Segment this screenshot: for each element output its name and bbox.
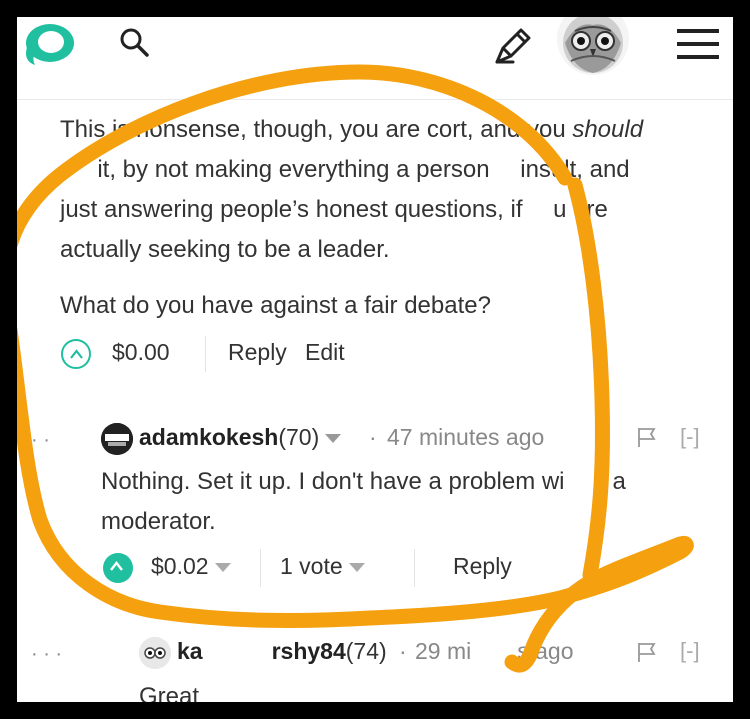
author-avatar[interactable] <box>139 637 171 669</box>
pencil-icon[interactable] <box>493 26 533 66</box>
steemit-logo-icon[interactable] <box>19 17 81 71</box>
adamkokesh-avatar-icon <box>101 423 133 455</box>
divider <box>260 549 261 587</box>
chevron-down-icon[interactable] <box>348 563 365 573</box>
meta-separator: · <box>399 638 407 664</box>
reply-body-line: Nothing. Set it up. I don't have a probl… <box>101 468 626 495</box>
edit-link[interactable]: Edit <box>305 339 345 366</box>
payout-amount[interactable]: $0.00 <box>112 339 170 366</box>
chevron-down-icon[interactable] <box>214 563 231 573</box>
comment-actions: $0.00 Reply Edit <box>60 336 460 372</box>
owl-avatar-icon <box>139 637 171 669</box>
chevron-down-icon[interactable] <box>325 434 342 444</box>
reply-body-line: Great <box>139 683 200 702</box>
reply-link[interactable]: Reply <box>228 339 287 366</box>
collapse-button[interactable]: [-] <box>680 424 700 450</box>
payout-amount[interactable]: $0.02 <box>151 553 231 580</box>
page-frame: This is nonsense, though, you are cort, … <box>17 17 733 702</box>
comment-question: What do you have against a fair debate? <box>60 292 491 319</box>
vote-count[interactable]: 1 vote <box>280 553 365 580</box>
collapse-button[interactable]: [-] <box>680 638 700 664</box>
meta-separator: · <box>369 424 377 450</box>
reply-link[interactable]: Reply <box>453 553 512 580</box>
flag-icon[interactable] <box>636 426 658 448</box>
divider <box>414 549 415 587</box>
owl-avatar-icon <box>557 17 629 75</box>
author-avatar[interactable] <box>101 423 133 455</box>
divider <box>205 336 206 372</box>
chevron-up-icon <box>110 561 123 571</box>
search-icon[interactable] <box>118 26 152 60</box>
thread-depth-dots: · · <box>31 429 50 451</box>
comment-timestamp[interactable]: 29 mi s ago <box>415 638 574 665</box>
upvote-button[interactable] <box>61 339 91 369</box>
comment-author[interactable]: ka rshy84(74) <box>177 638 387 665</box>
comment-author[interactable]: adamkokesh(70) <box>139 424 342 451</box>
upvote-button[interactable] <box>103 553 133 583</box>
hamburger-menu-icon[interactable] <box>677 29 719 63</box>
comment-body: This is nonsense, though, you are cort, … <box>60 116 644 263</box>
thread-depth-dots: · · · <box>31 643 63 665</box>
user-avatar[interactable] <box>557 17 629 75</box>
chevron-up-icon <box>70 349 83 359</box>
comment-timestamp[interactable]: 47 minutes ago <box>387 424 544 451</box>
flag-icon[interactable] <box>636 641 658 663</box>
top-header <box>17 17 733 100</box>
reply-body-line: moderator. <box>101 508 216 535</box>
